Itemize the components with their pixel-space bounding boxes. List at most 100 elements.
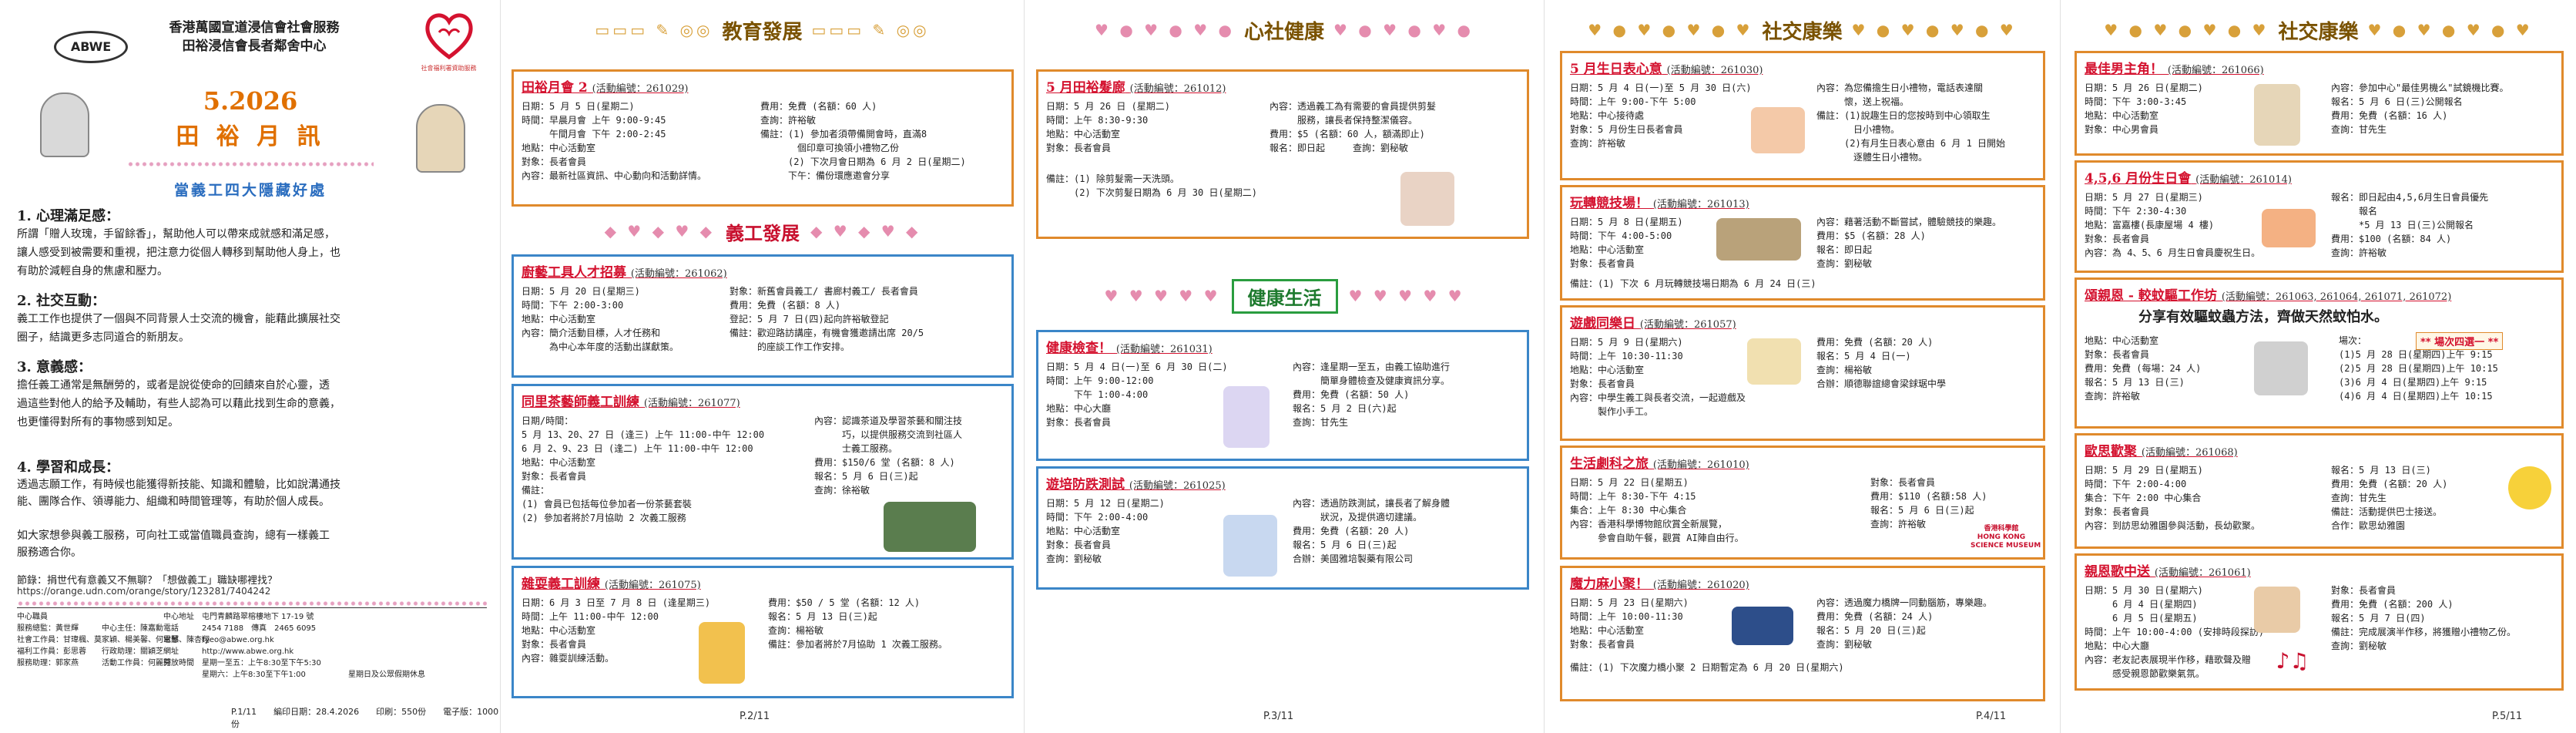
activity-code: (活動編號：261020) — [1652, 580, 1749, 591]
volunteer-banner: ◆ ♥ ◆ ♥ ◆ 義工發展 ◆ ♥ ◆ ♥ ◆ — [516, 216, 1009, 247]
activity-code: (活動編號：261057) — [1639, 319, 1736, 331]
activity-code: (活動編號：261075) — [604, 580, 701, 591]
haircut-illustration — [1400, 172, 1454, 226]
activity-details-right: 對象：長者會員 費用：免費 (名額：200 人) 報名：5 月 7 日(四) 備… — [2331, 585, 2517, 651]
activity-code: (活動編號：261025) — [1129, 480, 1226, 492]
activity-title: 玩轉競技場！ — [1570, 196, 1649, 211]
page-5: ♥ ● ♥ ● ♥ ● ♥ 社交康樂 ♥ ● ♥ ● ♥ ● ♥ 最佳男主角！ … — [2061, 0, 2576, 733]
activity-card: 5 月生日表心意 (活動編號：261030) 日期：5 月 4 日(一)至 5 … — [1560, 51, 2045, 180]
game-photo — [1716, 218, 1801, 261]
closing-note: 星期日及公眾假期休息 — [348, 671, 425, 679]
activity-details-left: 日期：5 月 5 日(星期二) 時間：早晨月會 上午 9:00-9:45 午間月… — [522, 101, 707, 181]
activity-title: 遊戲同樂日 — [1570, 316, 1635, 331]
decoration-hearts-icon: ♥ ● ♥ ● ♥ ● ♥ — [2367, 21, 2533, 39]
activity-details-left: 地點：中心活動室 對象：長者會員 費用：免費 (每場：24 人) 報名：5 月 … — [2085, 335, 2202, 402]
page-banner: ♥ ● ♥ ● ♥ ● 心社健康 ♥ ● ♥ ● ♥ ● — [1032, 12, 1536, 48]
activity-title: 頌親恩 - 較蚊驅工作坊 — [2085, 288, 2217, 304]
activity-note: 備註：(1) 下次 6 月玩轉競技場日期為 6 月 24 日(三) — [1570, 278, 1816, 289]
activity-details-left: 日期：5 月 26 日 (星期二) 時間：上午 8:30-9:30 地點：中心活… — [1046, 101, 1171, 153]
section-text: 義工工作也提供了一個與不同背景人士交流的機會，能藉此擴展社交 圈子，結識更多志同… — [17, 313, 340, 344]
activity-details-right: 費用：免費 (名額：60 人) 查詢：許裕敏 備註：(1) 參加者須帶備開會時，… — [760, 101, 966, 181]
page-number: P.4/11 — [1976, 711, 2007, 722]
activity-title: 5 月田裕髮廊 — [1046, 80, 1125, 96]
decoration-books-icon: ▭▭▭ ✎ ◎◎ — [811, 21, 930, 39]
activity-title: 生活劇科之旅 — [1570, 456, 1649, 472]
activity-details-left: 日期：5 月 26 日(星期二) 時間：下午 3:00-3:45 地點：中心活動… — [2085, 82, 2203, 135]
section-text: 擔任義工通常是無酬勞的，或者是說從使命的回饋來自於心靈，透 過這些對他人的給予及… — [17, 379, 340, 429]
banner-title: 社交康樂 — [1762, 20, 1843, 44]
activity-card: 廚藝工具人才招募 (活動編號：261062) 日期：5 月 20 日(星期三) … — [512, 254, 1014, 378]
tea-set-photo — [884, 502, 976, 552]
center-name: 田裕浸信會長者鄰舍中心 — [182, 39, 327, 54]
music-notes-icon: ♪♫ — [2276, 648, 2309, 674]
dot-divider — [17, 601, 487, 606]
decoration-hearts-icon: ♥ ♥ ♥ ♥ ♥ — [1104, 287, 1221, 305]
decoration-hearts-icon: ♥ ● ♥ ● ♥ ● — [1095, 21, 1235, 39]
activity-title: 4,5,6 月份生日會 — [2085, 171, 2192, 187]
activity-details-left: 日期：6 月 3 日至 7 月 8 日 (逢星期三) 時間：上午 11:00-中… — [522, 597, 711, 664]
org-name: 香港萬國宣道浸信會社會服務 — [169, 20, 340, 35]
activity-details-right: 對象：新舊會員義工/ 書廊村義工/ 長者會員 費用：免費 (名額：8 人) 登記… — [730, 286, 924, 352]
issue-title: 田 裕 月 訊 — [176, 123, 325, 150]
page-banner: ♥ ● ♥ ● ♥ ● ♥ 社交康樂 ♥ ● ♥ ● ♥ ● ♥ — [2068, 12, 2568, 48]
activity-card: 5 月田裕髮廊 (活動編號：261012) 日期：5 月 26 日 (星期二) … — [1036, 69, 1529, 239]
decoration-hearts-icon: ♥ ♥ ♥ ♥ ♥ — [1348, 287, 1465, 305]
page-1: ABWE 香港萬國宣道浸信會社會服務 田裕浸信會長者鄰舍中心 社會福利署資助服務… — [0, 0, 501, 733]
activity-title: 健康檢查！ — [1046, 341, 1112, 356]
teddy-bear-illustration — [2254, 587, 2300, 633]
activity-note: 備註：(1) 下次魔力橋小聚 2 日期暫定為 6 月 20 日(星期六) — [1570, 662, 1844, 673]
activity-title: 田裕月會 2 — [522, 80, 588, 96]
actor-illustration — [2254, 84, 2300, 146]
section-text: 透過志願工作，有時候也能獲得新技能、知識和體驗，比如說溝通技 能、團隊合作、領導… — [17, 479, 340, 559]
section-text: 所謂「贈人玫瑰，手留餘香」，幫助他人可以帶來成就感和滿足感， 讓人感受到被需要和… — [17, 228, 340, 277]
activity-card: 魔力麻小聚！ (活動編號：261020) 日期：5 月 23 日(星期六) 時間… — [1560, 566, 2045, 701]
activity-card: 親恩歌中送 (活動編號：261061) 日期：5 月 30 日(星期六) 6 月… — [2075, 553, 2564, 691]
board-game-photo — [1732, 607, 1793, 645]
smiley-face-icon — [2508, 466, 2551, 509]
grandpa-illustration — [416, 104, 465, 173]
activity-details-left: 日期：5 月 22 日(星期五) 時間：上午 8:30-下午 4:15 集合：上… — [1570, 477, 1744, 543]
center-contact: 中心地址 屯門青麟路翠榕樓地下 17-19 號 電話 2454 7188 傳真 … — [163, 613, 321, 679]
source-note: 節錄：捐世代有意義又不無聊？「想做義工」職缺哪裡找？ — [17, 575, 278, 587]
activity-card: 同里茶藝師義工訓練 (活動編號：261077) 日期/時間： 5 月 13、20… — [512, 384, 1014, 560]
decoration-diamonds-icon: ◆ ♥ ◆ ♥ ◆ — [810, 222, 921, 240]
activity-details-right: 內容：藉著活動不斷嘗試，體驗競技的樂趣。 費用：$5 (名額：28 人) 報名：… — [1816, 217, 2002, 269]
decoration-books-icon: ▭▭▭ ✎ ◎◎ — [595, 21, 713, 39]
activity-card: 遊戲同樂日 (活動編號：261057) 日期：5 月 9 日(星期六) 時間：上… — [1560, 305, 2045, 441]
activity-code: (活動編號：261030) — [1666, 65, 1763, 76]
page-number: P.2/11 — [740, 711, 770, 722]
activity-card: 雜耍義工訓練 (活動編號：261075) 日期：6 月 3 日至 7 月 8 日… — [512, 566, 1014, 698]
decoration-hearts-icon: ♥ ● ♥ ● ♥ ● ♥ — [1851, 21, 2017, 39]
activity-card: 玩轉競技場！ (活動編號：261013) 日期：5 月 8 日(星期五) 時間：… — [1560, 185, 2045, 301]
activity-details-left: 日期：5 月 29 日(星期五) 時間：下午 2:00-4:00 集合：下午 2… — [2085, 465, 2261, 531]
activity-details-right: 報名：5 月 13 日(三) 費用：免費 (名額：20 人) 查詢：甘先生 備註… — [2331, 465, 2448, 531]
activity-details-right: 內容：逢星期一至五，由義工協助進行 簡單身體檢查及健康資訊分享。 費用：免費 (… — [1293, 361, 1451, 428]
section-heading: 2. 社交互動： — [17, 293, 106, 309]
activity-title: 最佳男主角！ — [2085, 62, 2163, 77]
page-2: ▭▭▭ ✎ ◎◎ 教育發展 ▭▭▭ ✎ ◎◎ 田裕月會 2 (活動編號：2610… — [501, 0, 1025, 733]
activity-details-right: 費用：免費 (名額：20 人) 報名：5 月 4 日(一) 查詢：楊裕敏 合辦：… — [1816, 337, 1947, 389]
activity-code: (活動編號：261031) — [1115, 344, 1213, 355]
activity-title: 魔力麻小聚！ — [1570, 577, 1649, 592]
activity-details-left: 日期/時間： 5 月 13、20、27 日 (逢三) 上午 11:00-中午 1… — [522, 415, 765, 523]
birthday-cake-illustration — [1751, 107, 1805, 153]
activity-title: 親恩歌中送 — [2085, 564, 2150, 580]
activity-code: (活動編號：261077) — [643, 398, 740, 409]
grandma-illustration — [40, 92, 89, 157]
activity-code: (活動編號：261061) — [2154, 567, 2251, 579]
page-3: ♥ ● ♥ ● ♥ ● 心社健康 ♥ ● ♥ ● ♥ ● 5 月田裕髮廊 (活動… — [1025, 0, 1545, 733]
contact-info: 中心職員 服務總監：黃世輝 中心主任：陳嘉勳 社會工作員：甘瑋楓、莫家穎、楊美馨… — [17, 607, 487, 701]
activity-details-right: 對象：長者會員 費用：$110 (名額:58 人) 報名：5 月 6 日(三)起… — [1870, 477, 1987, 530]
abwe-logo: ABWE — [54, 31, 128, 63]
activity-details-right: 場次： (1)5 月 28 日(星期四)上午 9:15 (2)5 月 28 日(… — [2339, 335, 2498, 402]
activity-title: 雜耍義工訓練 — [522, 577, 600, 592]
activity-details-left: 日期：5 月 4 日(一)至 6 月 30 日(二) 時間：上午 9:00-12… — [1046, 361, 1228, 428]
section-heading: 1. 心理滿足感： — [17, 208, 120, 224]
activity-code: (活動編號：261063, 261064, 261071, 261072) — [2221, 291, 2452, 303]
activity-details-left: 日期：5 月 12 日(星期二) 時間：下午 2:00-4:00 地點：中心活動… — [1046, 498, 1165, 564]
org-header: 香港萬國宣道浸信會社會服務 田裕浸信會長者鄰舍中心 — [139, 18, 370, 55]
mosquito-illustration — [2254, 341, 2308, 395]
page-4: ♥ ● ♥ ● ♥ ● ♥ 社交康樂 ♥ ● ♥ ● ♥ ● ♥ 5 月生日表心… — [1545, 0, 2061, 733]
activity-card: 遊培防跌測試 (活動編號：261025) 日期：5 月 12 日(星期二) 時間… — [1036, 466, 1529, 590]
source-link[interactable]: https://orange.udn.com/orange/story/1232… — [17, 586, 270, 597]
